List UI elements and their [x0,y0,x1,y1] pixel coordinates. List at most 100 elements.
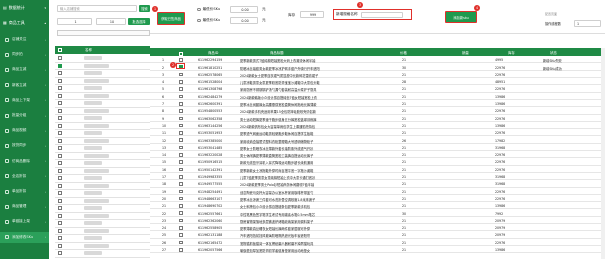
sidebar-item[interactable]: 商品管理 › [0,201,49,212]
row-checkbox[interactable] [58,176,62,181]
new-spec-input[interactable] [360,11,403,18]
row-checkbox[interactable] [58,243,62,248]
row-checkbox[interactable] [179,233,183,237]
list-item[interactable] [55,70,150,78]
list-item[interactable] [55,55,150,63]
list-item[interactable] [55,153,150,160]
row-checkbox[interactable] [179,87,183,91]
thread-input[interactable]: 1 [574,20,601,27]
row-checkbox[interactable] [58,221,62,226]
table-row[interactable]: 6 611962484279 2024新款韩版小众设计感百搭纯色T恤女短袖宽松上衣 2… [150,94,605,100]
row-checkbox[interactable] [179,247,183,252]
row-checkbox[interactable] [179,182,183,186]
price-input-2[interactable]: 0.00 [230,17,258,24]
list-item[interactable] [55,198,150,205]
table-row[interactable]: 7 611962600391 夏季冰丝阔腿裤女高腰垂感宽松直筒休闲拖地长裤薄款 21 1… [150,101,605,108]
row-checkbox[interactable] [58,93,62,98]
sidebar-item[interactable]: 新客立减 › [0,80,49,91]
row-checkbox[interactable] [58,63,62,68]
row-checkbox[interactable] [58,206,62,211]
row-checkbox[interactable] [58,86,62,91]
row-checkbox[interactable] [179,123,183,128]
list-item[interactable] [55,63,150,70]
table-row[interactable]: 2 611961810251 防晒冰丝袖套男女款夏季冰凉护臂手套户外骑行开车遮阳 30… [150,64,605,71]
table-row[interactable]: 23 611962362060 厨房置物架落地多层微波炉烤箱收纳架家用调料架子 21 2… [150,218,605,225]
list-item[interactable] [55,145,150,153]
row-checkbox[interactable] [58,198,62,203]
batch-select-button[interactable]: 批选选择 [128,18,150,25]
get-sold-goods-button[interactable]: 获取已售商品 [157,12,185,25]
radio-option-1[interactable]: 最低价SKu [197,7,220,12]
row-checkbox[interactable] [58,228,62,233]
row-checkbox[interactable] [179,160,183,164]
row-checkbox[interactable] [179,196,183,201]
list-item[interactable] [55,115,150,123]
row-checkbox[interactable] [179,174,183,179]
sidebar-section-stats[interactable]: ▤ 数据统计 ▾ [0,2,49,13]
table-row[interactable]: 27 611962057566 瑜伽垫加厚加宽防滑初学者健身垫家用运动地垫女 21 13… [150,247,605,254]
sidebar-item[interactable]: 同步拍 › [0,49,49,60]
row-checkbox[interactable] [179,101,183,106]
row-checkbox[interactable] [179,58,183,62]
row-checkbox[interactable] [58,183,62,188]
list-item[interactable] [55,138,150,145]
stock-input[interactable]: 999 [300,11,324,18]
table-row[interactable]: 10 611963144256 2024新款帆布包女大容量单肩包学生上课通勤托特包 2… [150,123,605,130]
table-row[interactable]: 5 611961308798 家用厨房不锈钢锅铲汤勺漏勺套装耐高温炒菜铲子厨具 21 2… [150,86,605,93]
row-checkbox[interactable] [58,108,62,113]
table-row[interactable]: 14 611963220028 男士休闲裤夏季薄款直筒宽松工装裤百搭运动长裤子 21 2… [150,152,605,159]
list-item[interactable] [55,175,150,183]
list-item[interactable] [55,228,150,235]
row-checkbox[interactable] [58,131,62,136]
list-item[interactable] [55,220,150,228]
table-row[interactable]: 26 611962165472 宠物猫抓板猫窝一体瓦楞纸磨爪器耐磨不掉屑猫玩具 21 2… [150,240,605,246]
sidebar-item[interactable]: 店铺关注 › [0,34,49,45]
table-row[interactable]: 16 611950142391 夏季新款女士凉拖鞋外穿时尚百搭平底一字拖沙滩鞋 21 2… [150,167,605,173]
table-scrollbar[interactable] [601,48,605,259]
row-checkbox[interactable] [179,226,183,230]
list-item[interactable] [55,190,150,198]
row-checkbox[interactable] [58,153,62,158]
list-item[interactable] [55,100,150,108]
list-item[interactable] [55,205,150,213]
range-from-input[interactable]: 1 [57,18,92,25]
list-item[interactable] [55,160,150,168]
radio-option-2[interactable]: 最低价SKu [197,18,220,23]
row-checkbox[interactable] [179,131,183,135]
header-checkbox[interactable] [58,47,62,53]
list-item[interactable] [55,213,150,220]
range-to-input[interactable]: 10 [96,18,126,25]
list-item[interactable] [55,78,150,85]
sidebar-item[interactable]: 商品视频 › [0,125,49,136]
row-checkbox[interactable] [179,94,183,99]
table-row[interactable]: 19 611948254491 创意陶瓷马克杯大容量办公室水杯家用咖啡杯带盖勺 21 2… [150,188,605,195]
config-link[interactable]: 配置页面 [545,12,557,16]
row-checkbox[interactable] [58,191,62,196]
sidebar-item[interactable]: 单链接上架 › [0,216,49,227]
list-item[interactable] [55,168,150,175]
sidebar-item[interactable]: 按货同步 › [0,140,49,151]
shop-search-input[interactable]: 输入店铺搜索 [57,5,137,12]
row-checkbox[interactable] [58,236,62,241]
list-item[interactable] [55,123,150,130]
table-row[interactable]: 21 611948690702 女士斜挎包小众设计感百搭链条包夏季新款手机包 21 13… [150,203,605,210]
row-checkbox[interactable] [58,251,62,256]
row-checkbox[interactable] [58,161,62,166]
table-row[interactable]: 18 611949577555 2024新款夏季男士Polo衫短袖商务休闲翻领T恤半… [150,181,605,188]
row-checkbox[interactable] [58,101,62,106]
row-checkbox[interactable] [58,138,62,143]
sidebar-item[interactable]: 批量分组 › [0,110,49,121]
row-checkbox[interactable] [58,116,62,121]
table-row[interactable]: 12 611963385000 家用收纳盒抽屉式塑料衣柜整理箱大号透明储物柜子 26 1… [150,137,605,144]
row-checkbox[interactable] [58,146,62,151]
row-checkbox[interactable] [58,56,62,61]
row-checkbox[interactable] [179,204,183,208]
row-checkbox[interactable] [58,71,62,76]
row-checkbox[interactable] [179,145,183,150]
row-checkbox[interactable] [179,211,183,216]
table-row[interactable]: 15 611950916515 新款无线蓝牙耳机入耳式降噪运动跑步超长续航通用 21 2… [150,159,605,166]
list-item[interactable] [55,183,150,190]
sidebar-item[interactable]: 仿商品删除 › [0,156,49,167]
row-checkbox[interactable] [179,80,183,84]
filter-dropdown[interactable] [57,30,150,36]
